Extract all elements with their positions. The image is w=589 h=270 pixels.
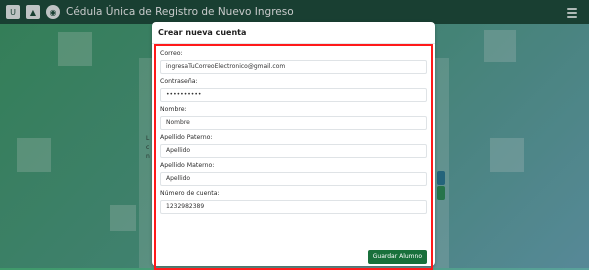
maternal-surname-input[interactable]: Apellido [160,172,427,186]
maternal-surname-label: Apellido Materno: [160,162,215,169]
password-input[interactable]: •••••••••• [160,88,427,102]
email-field-group: Correo: ingresaTuCorreoElectronico@gmail… [160,50,427,74]
password-label: Contraseña: [160,78,198,85]
save-student-button[interactable]: Guardar Alumno [367,250,427,264]
account-number-label: Número de cuenta: [160,190,220,197]
password-field-group: Contraseña: •••••••••• [160,78,427,102]
modal-title: Crear nueva cuenta [152,22,435,44]
create-account-form: Correo: ingresaTuCorreoElectronico@gmail… [154,44,433,270]
paternal-surname-label: Apellido Paterno: [160,134,213,141]
create-account-modal: Crear nueva cuenta Correo: ingresaTuCorr… [152,22,435,270]
account-number-input[interactable]: 1232982389 [160,200,427,214]
paternal-surname-field-group: Apellido Paterno: Apellido [160,134,427,158]
modal-footer: Guardar Alumno [367,243,427,264]
name-label: Nombre: [160,106,187,113]
email-label: Correo: [160,50,183,57]
name-field-group: Nombre: Nombre [160,106,427,130]
account-number-field-group: Número de cuenta: 1232982389 [160,190,427,214]
maternal-surname-field-group: Apellido Materno: Apellido [160,162,427,186]
name-input[interactable]: Nombre [160,116,427,130]
paternal-surname-input[interactable]: Apellido [160,144,427,158]
email-input[interactable]: ingresaTuCorreoElectronico@gmail.com [160,60,427,74]
